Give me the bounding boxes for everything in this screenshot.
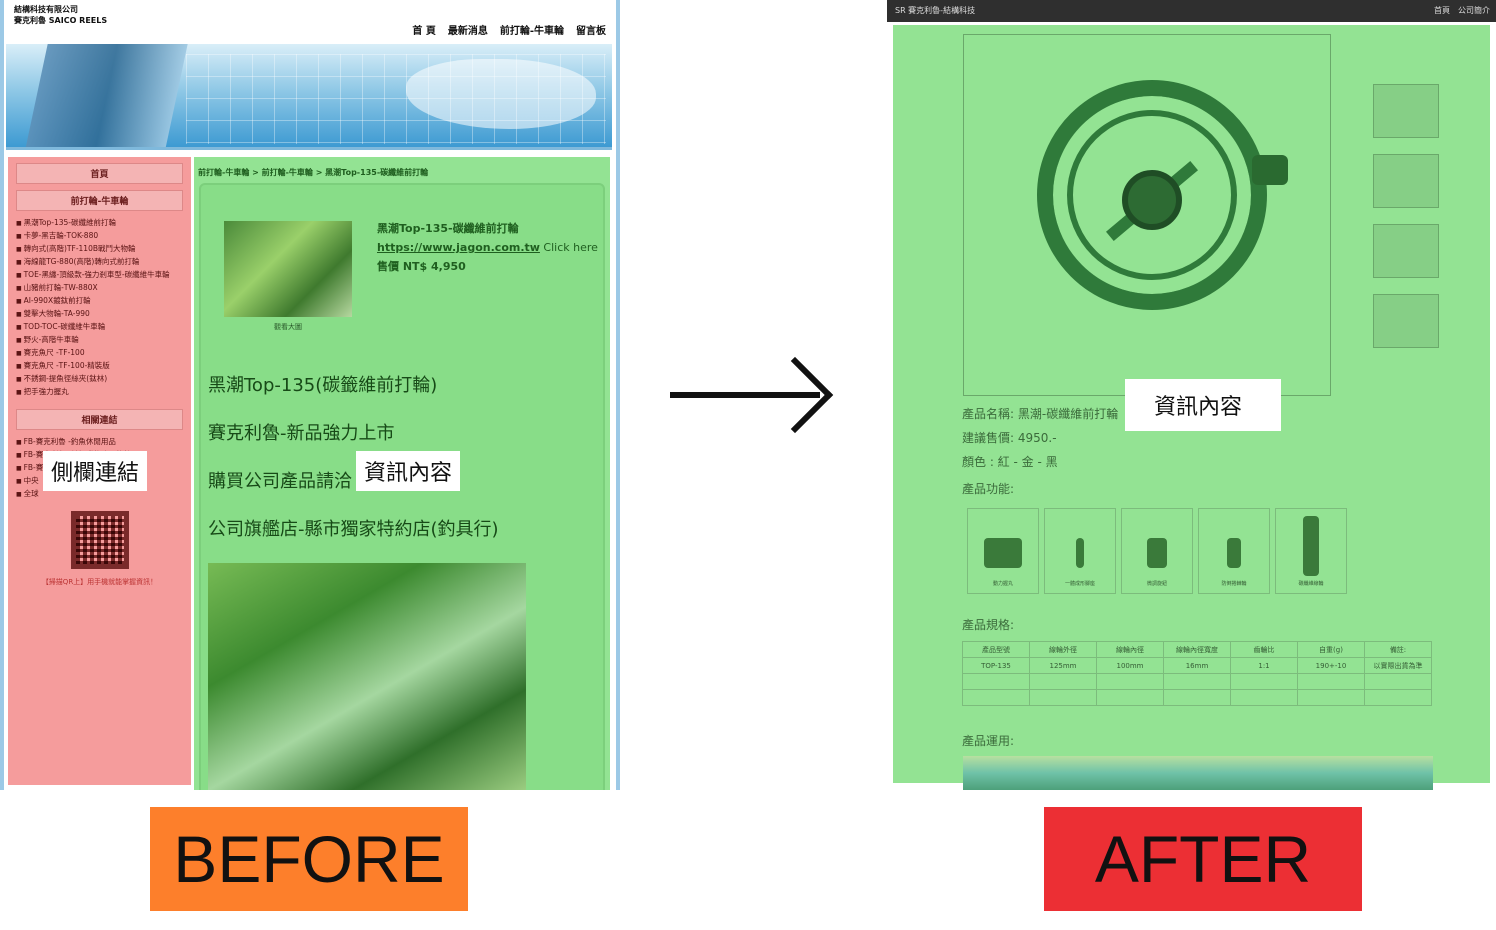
nav-home[interactable]: 首頁 — [1434, 5, 1450, 16]
sidebar-home[interactable]: 首頁 — [16, 163, 183, 184]
table-cell: 100mm — [1096, 657, 1164, 674]
spool-icon — [1303, 516, 1319, 576]
qr-note: 【掃描QR上】用手機就能掌握資訊！ — [41, 578, 158, 586]
price-line: 建議售價: 4950.- — [962, 431, 1057, 445]
header-banner — [6, 44, 612, 150]
spec-heading: 產品規格: — [962, 618, 1015, 632]
table-header: 產品型號 — [962, 641, 1030, 658]
table-row: 產品型號 線輪外徑 線輪內徑 線輪內徑寬度 齒輪比 自重(g) 備註: — [962, 641, 1432, 658]
thumbnail-caption[interactable]: 觀看大圖 — [274, 322, 302, 332]
related-links-head: 相關連結 — [16, 409, 183, 430]
feature-card: 動力握丸 — [967, 508, 1039, 594]
product-info: 黑潮Top-135-碳纖維前打輪 https://www.jagon.com.t… — [377, 219, 607, 276]
product-list: 黑潮Top-135-碳纖維前打輪 卡夢-黑吉輪-TOK-880 轉向式(高階)T… — [16, 217, 183, 399]
table-header: 齒輪比 — [1230, 641, 1298, 658]
feature-card: 碳纖維線輪 — [1275, 508, 1347, 594]
list-item[interactable]: 雙擊大物輪-TA-990 — [16, 308, 183, 321]
product-thumbnail[interactable] — [224, 221, 352, 317]
top-nav: 首 頁 最新消息 前打輪-牛車輪 留言板 — [412, 22, 606, 37]
list-item[interactable]: 山豬前打輪-TW-880X — [16, 282, 183, 295]
nav-home[interactable]: 首 頁 — [412, 22, 435, 37]
table-cell: 190+-10 — [1297, 657, 1365, 674]
content-label: 資訊內容 — [1125, 379, 1281, 431]
gallery-thumbnail[interactable] — [1373, 224, 1439, 278]
reel-hub-graphic — [1122, 170, 1182, 230]
reel-knob-graphic — [1252, 155, 1288, 185]
site-title[interactable]: SR 賽克利魯-結構科技 — [895, 6, 975, 15]
content-line: 賽克利魯-新品強力上市 — [208, 423, 395, 444]
product-price: 售價 NT$ 4,950 — [377, 260, 466, 273]
list-item[interactable]: 賽克魚尺 -TF-100-精裝版 — [16, 360, 183, 373]
product-name: 黑潮Top-135-碳纖維前打輪 — [377, 222, 519, 235]
content-label: 資訊內容 — [356, 451, 461, 491]
table-row — [962, 689, 1432, 706]
nav-guestbook[interactable]: 留言板 — [576, 22, 606, 37]
table-cell: 1:1 — [1230, 657, 1298, 674]
qr-code — [70, 511, 129, 569]
list-item[interactable]: 卡夢-黑吉輪-TOK-880 — [16, 230, 183, 243]
top-bar: SR 賽克利魯-結構科技 — [887, 0, 1496, 22]
feature-card: 一體成形腳座 — [1044, 508, 1116, 594]
content-line: 購買公司產品請洽 — [208, 471, 352, 492]
table-cell: TOP-135 — [962, 657, 1030, 674]
usage-photo — [963, 756, 1433, 790]
product-link[interactable]: https://www.jagon.com.tw — [377, 241, 540, 254]
list-item[interactable]: 把手強力握丸 — [16, 386, 183, 399]
breadcrumb[interactable]: 前打輪-牛車輪 > 前打輪-牛車輪 > 黑潮Top-135-碳纖維前打輪 — [198, 167, 428, 178]
table-row — [962, 673, 1432, 690]
table-cell: 16mm — [1163, 657, 1231, 674]
foot-icon — [1076, 538, 1084, 568]
list-item[interactable]: 黑潮Top-135-碳纖維前打輪 — [16, 217, 183, 230]
click-here-link[interactable]: Click here — [540, 241, 598, 254]
table-row: TOP-135 125mm 100mm 16mm 1:1 190+-10 以實際… — [962, 657, 1432, 674]
list-item[interactable]: 不銹鋼-提魚徑絲夾(鈦林) — [16, 373, 183, 386]
gallery-thumbnail[interactable] — [1373, 84, 1439, 138]
list-item[interactable]: FB-賽克利魯 -釣魚休閒用品 — [16, 436, 183, 449]
table-cell: 以實際出貨為準 — [1364, 657, 1432, 674]
brand-name: 賽克利魯 SAICO REELS — [14, 16, 108, 25]
content-line: 公司旗艦店-縣市獨家特約店(釣具行) — [208, 519, 499, 540]
nav-about[interactable]: 公司簡介 — [1458, 5, 1490, 16]
spec-table: 產品型號 線輪外徑 線輪內徑 線輪內徑寬度 齒輪比 自重(g) 備註: TOP-… — [962, 641, 1432, 706]
list-item[interactable]: 野火-高階牛車輪 — [16, 334, 183, 347]
list-item[interactable]: 賽克魚尺 -TF-100 — [16, 347, 183, 360]
gallery-thumbnail[interactable] — [1373, 154, 1439, 208]
nav-news[interactable]: 最新消息 — [448, 22, 488, 37]
list-item[interactable]: TOD-TOC-碳纖維牛車輪 — [16, 321, 183, 334]
sidebar-label: 側欄連結 — [43, 451, 148, 491]
ratchet-icon — [1227, 538, 1241, 568]
arrow-head — [756, 356, 834, 434]
before-tag: BEFORE — [150, 807, 468, 911]
list-item[interactable]: AI-990X鍍鈦前打輪 — [16, 295, 183, 308]
nav-products[interactable]: 前打輪-牛車輪 — [500, 22, 564, 37]
table-header: 線輪內徑 — [1096, 641, 1164, 658]
before-screenshot: 結構科技有限公司 賽克利魯 SAICO REELS 首 頁 最新消息 前打輪-牛… — [0, 0, 620, 790]
gallery-thumbnail[interactable] — [1373, 294, 1439, 348]
product-name-line: 產品名稱: 黑潮-碳纖維前打輪 — [962, 407, 1119, 421]
table-header: 線輪內徑寬度 — [1163, 641, 1231, 658]
feature-card: 防倒捲棘輪 — [1198, 508, 1270, 594]
table-header: 備註: — [1364, 641, 1432, 658]
top-nav: 首頁 公司簡介 — [1434, 5, 1490, 16]
feature-card: 微調旋鈕 — [1121, 508, 1193, 594]
list-item[interactable]: TOE-黑纏-頂級款-強力剎車型-碳纖維牛車輪 — [16, 269, 183, 282]
grip-icon — [984, 538, 1022, 568]
usage-heading: 產品運用: — [962, 734, 1015, 748]
product-photo — [208, 563, 526, 790]
list-item[interactable]: 海線龍TG-880(高階)轉向式前打輪 — [16, 256, 183, 269]
features-heading: 產品功能: — [962, 482, 1015, 496]
after-tag: AFTER — [1044, 807, 1362, 911]
after-screenshot: SR 賽克利魯-結構科技 首頁 公司簡介 產品名稱: 黑潮-碳纖維前打輪 建議售… — [887, 0, 1496, 790]
list-item[interactable]: 轉向式(高階)TF-110B戰鬥大物輪 — [16, 243, 183, 256]
table-header: 自重(g) — [1297, 641, 1365, 658]
content-line: 黑潮Top-135(碳籤維前打輪) — [208, 375, 438, 396]
table-cell: 125mm — [1029, 657, 1097, 674]
table-header: 線輪外徑 — [1029, 641, 1097, 658]
feature-row: 動力握丸 一體成形腳座 微調旋鈕 防倒捲棘輪 碳纖維線輪 — [967, 508, 1347, 594]
building-graphic — [22, 44, 190, 147]
knob-icon — [1147, 538, 1167, 568]
color-line: 顏色 : 紅 - 金 - 黑 — [962, 455, 1058, 469]
sidebar-category[interactable]: 前打輪-牛車輪 — [16, 190, 183, 211]
